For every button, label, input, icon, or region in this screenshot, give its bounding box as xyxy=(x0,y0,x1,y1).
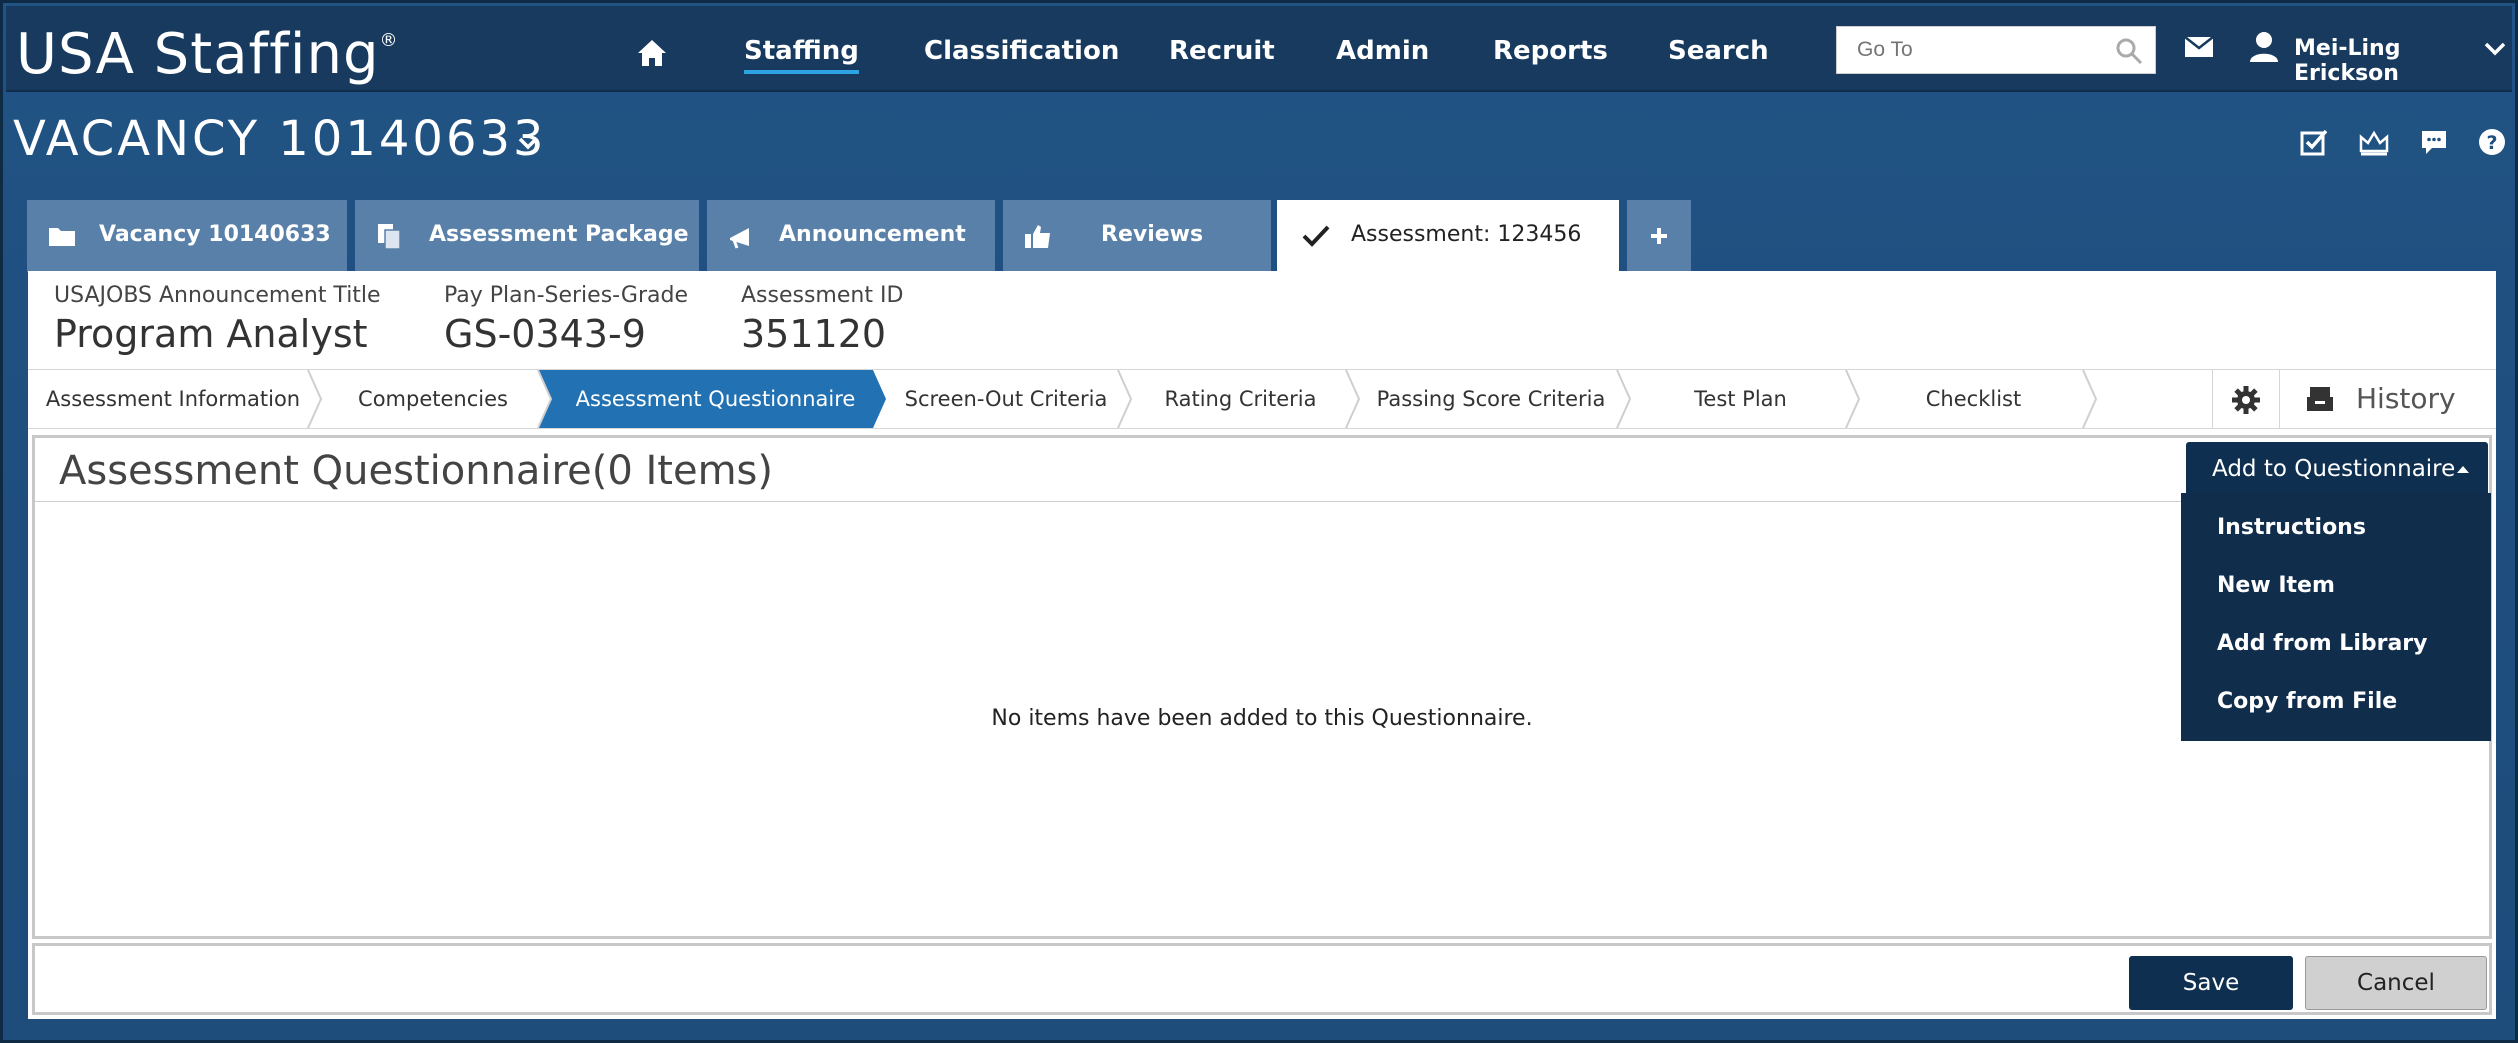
tab-vacancy[interactable]: Vacancy 10140633 xyxy=(27,200,347,272)
pay-plan-label: Pay Plan-Series-Grade xyxy=(444,283,688,308)
home-icon[interactable] xyxy=(636,38,668,68)
step-test-plan[interactable]: Test Plan xyxy=(1628,370,1853,428)
tab-add[interactable] xyxy=(1627,200,1691,272)
goto-search-box xyxy=(1836,26,2156,74)
tab-label: Assessment Package xyxy=(429,222,689,247)
empty-state-message: No items have been added to this Questio… xyxy=(991,706,1533,731)
folder-icon xyxy=(49,228,75,246)
add-to-questionnaire-button[interactable]: Add to Questionnaire xyxy=(2186,442,2488,496)
archive-icon xyxy=(2307,387,2333,411)
assessment-id-label: Assessment ID xyxy=(741,283,904,308)
step-assessment-information[interactable]: Assessment Information xyxy=(28,370,318,428)
nav-recruit[interactable]: Recruit xyxy=(1169,36,1275,66)
step-navigation: Assessment Information Competencies Asse… xyxy=(28,369,2496,429)
nav-staffing[interactable]: Staffing xyxy=(744,36,859,74)
comment-icon[interactable] xyxy=(2419,127,2449,157)
plus-icon xyxy=(1651,228,1667,244)
step-passing-score-criteria[interactable]: Passing Score Criteria xyxy=(1356,370,1626,428)
history-label: History xyxy=(2356,382,2456,415)
footer-actions: Save Cancel xyxy=(32,943,2492,1015)
content-header: Assessment Questionnaire(0 Items) Add to… xyxy=(35,438,2489,502)
gear-icon xyxy=(2232,386,2260,414)
tab-assessment-package[interactable]: Assessment Package xyxy=(355,200,699,272)
vacancy-title: VACANCY 10140633 xyxy=(13,111,547,167)
step-competencies[interactable]: Competencies xyxy=(318,370,548,428)
announcement-title-block: USAJOBS Announcement Title Program Analy… xyxy=(54,283,381,356)
announcement-title-label: USAJOBS Announcement Title xyxy=(54,283,381,308)
pay-plan-block: Pay Plan-Series-Grade GS-0343-9 xyxy=(444,283,688,356)
dashboard-icon[interactable] xyxy=(2359,127,2389,157)
nav-admin[interactable]: Admin xyxy=(1336,36,1429,66)
user-name[interactable]: Mei-Ling Erickson xyxy=(2294,36,2512,86)
user-avatar-icon[interactable] xyxy=(2249,31,2279,63)
nav-reports[interactable]: Reports xyxy=(1493,36,1608,66)
assessment-id-value: 351120 xyxy=(741,312,887,356)
usa-staffing-logo[interactable]: USA Staffing® xyxy=(16,22,399,87)
nav-search[interactable]: Search xyxy=(1668,36,1769,66)
tab-announcement[interactable]: Announcement xyxy=(707,200,995,272)
menu-item-instructions[interactable]: Instructions xyxy=(2217,515,2366,540)
tab-label: Announcement xyxy=(779,222,966,247)
step-checklist[interactable]: Checklist xyxy=(1856,370,2091,428)
assessment-id-block: Assessment ID 351120 xyxy=(741,283,903,356)
add-to-questionnaire-label: Add to Questionnaire xyxy=(2212,456,2456,482)
settings-button[interactable] xyxy=(2212,370,2278,428)
help-icon[interactable]: ? xyxy=(2477,127,2507,157)
chevron-down-icon[interactable] xyxy=(518,137,538,151)
pay-plan-value: GS-0343-9 xyxy=(444,312,646,356)
goto-input[interactable] xyxy=(1837,27,2097,73)
tab-reviews[interactable]: Reviews xyxy=(1003,200,1271,272)
top-navigation: USA Staffing® Staffing Classification Re… xyxy=(6,6,2512,92)
questionnaire-content: Assessment Questionnaire(0 Items) Add to… xyxy=(32,435,2492,939)
cancel-button[interactable]: Cancel xyxy=(2305,956,2487,1010)
chevron-down-icon[interactable] xyxy=(2484,42,2506,56)
search-icon[interactable] xyxy=(2115,37,2143,65)
checklist-icon[interactable] xyxy=(2299,127,2329,157)
tab-label: Assessment: 123456 xyxy=(1351,222,1582,247)
main-panel: USAJOBS Announcement Title Program Analy… xyxy=(28,271,2496,1019)
app-frame: USA Staffing® Staffing Classification Re… xyxy=(0,0,2518,1043)
mail-icon[interactable] xyxy=(2184,36,2214,58)
announcement-title-value: Program Analyst xyxy=(54,312,368,356)
megaphone-icon xyxy=(730,228,749,249)
history-button[interactable]: History xyxy=(2279,370,2495,428)
menu-item-copy-from-file[interactable]: Copy from File xyxy=(2217,689,2397,714)
step-assessment-questionnaire[interactable]: Assessment Questionnaire xyxy=(548,370,883,428)
step-screen-out-criteria[interactable]: Screen-Out Criteria xyxy=(886,370,1126,428)
tab-assessment[interactable]: Assessment: 123456 xyxy=(1277,200,1619,274)
documents-icon xyxy=(378,224,401,250)
thumbs-up-icon xyxy=(1025,225,1050,248)
caret-up-icon xyxy=(2457,466,2469,473)
tab-label: Vacancy 10140633 xyxy=(99,222,331,247)
nav-classification[interactable]: Classification xyxy=(924,36,1119,66)
questionnaire-title: Assessment Questionnaire(0 Items) xyxy=(59,448,773,494)
svg-text:?: ? xyxy=(2486,132,2497,154)
save-button[interactable]: Save xyxy=(2129,956,2293,1010)
step-rating-criteria[interactable]: Rating Criteria xyxy=(1128,370,1353,428)
menu-item-add-from-library[interactable]: Add from Library xyxy=(2217,631,2428,656)
menu-item-new-item[interactable]: New Item xyxy=(2217,573,2335,598)
tab-label: Reviews xyxy=(1101,222,1204,247)
add-to-questionnaire-menu: Instructions New Item Add from Library C… xyxy=(2181,493,2491,741)
checkmark-icon xyxy=(1302,225,1330,247)
